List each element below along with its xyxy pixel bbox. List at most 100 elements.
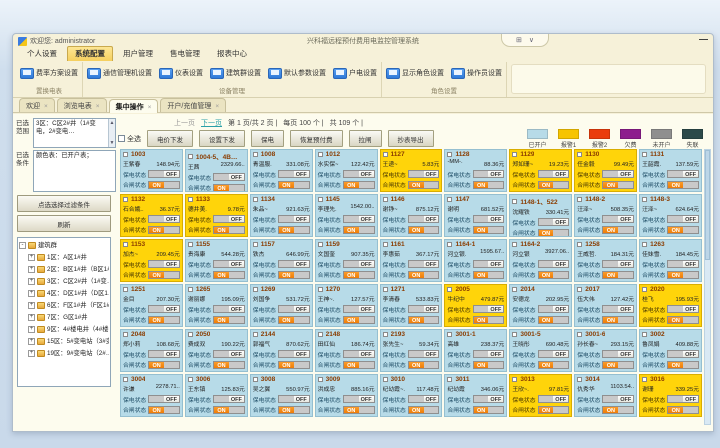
supply-toggle[interactable]: OFF	[602, 395, 634, 403]
switch-on-button[interactable]: ON	[344, 407, 359, 413]
card-checkbox[interactable]	[123, 152, 128, 157]
switch-on-button[interactable]: ON	[603, 272, 618, 278]
supply-toggle[interactable]: OFF	[667, 260, 699, 268]
supply-off-button[interactable]: OFF	[553, 261, 568, 267]
switch-on-button[interactable]: ON	[214, 185, 229, 191]
tree-item[interactable]: +4区：D区1#井（D区1…	[19, 288, 109, 300]
switch-on-button[interactable]: ON	[668, 272, 683, 278]
supply-on-segment[interactable]	[279, 171, 294, 177]
switch-toggle[interactable]: ON	[148, 361, 180, 369]
supply-off-button[interactable]: OFF	[164, 351, 179, 357]
supply-on-segment[interactable]	[214, 396, 229, 402]
supply-off-button[interactable]: OFF	[553, 351, 568, 357]
supply-on-segment[interactable]	[214, 216, 229, 222]
meter-card[interactable]: 1258王威哲.184.31元保电状态OFF合闸状态ON	[574, 239, 637, 282]
supply-toggle[interactable]: OFF	[213, 395, 245, 403]
meter-card[interactable]: 3002鲁凤娟409.88元保电状态OFF合闸状态ON	[639, 329, 702, 372]
card-checkbox[interactable]	[642, 287, 647, 292]
close-tab-icon[interactable]: ×	[148, 104, 152, 111]
supply-on-segment[interactable]	[409, 306, 424, 312]
card-checkbox[interactable]	[447, 197, 452, 202]
switch-off-segment[interactable]	[164, 227, 179, 233]
meter-card[interactable]: 3001-1高雄238.37元保电状态OFF合闸状态ON	[444, 329, 507, 372]
supply-on-segment[interactable]	[668, 351, 683, 357]
switch-off-segment[interactable]	[359, 362, 374, 368]
supply-off-button[interactable]: OFF	[294, 261, 309, 267]
switch-on-button[interactable]: ON	[668, 407, 683, 413]
switch-toggle[interactable]: ON	[343, 316, 375, 324]
switch-toggle[interactable]: ON	[278, 406, 310, 414]
switch-off-segment[interactable]	[683, 272, 698, 278]
switch-off-segment[interactable]	[488, 272, 503, 278]
switch-toggle[interactable]: ON	[602, 316, 634, 324]
card-checkbox[interactable]	[577, 152, 582, 157]
switch-off-segment[interactable]	[359, 182, 374, 188]
switch-off-segment[interactable]	[618, 407, 633, 413]
switch-off-segment[interactable]	[618, 182, 633, 188]
supply-off-button[interactable]: OFF	[229, 351, 244, 357]
supply-toggle[interactable]: OFF	[538, 170, 570, 178]
switch-toggle[interactable]: ON	[538, 229, 570, 237]
switch-toggle[interactable]: ON	[408, 271, 440, 279]
switch-toggle[interactable]: ON	[343, 226, 375, 234]
supply-on-segment[interactable]	[409, 261, 424, 267]
tree-item[interactable]: +6区：F区1#井（F区1#…	[19, 300, 109, 312]
selected-condition-listbox[interactable]: 颜色表：已开户表；	[33, 150, 116, 192]
supply-toggle[interactable]: OFF	[667, 395, 699, 403]
expand-icon[interactable]: +	[28, 314, 35, 321]
ribbon-style-icon[interactable]: ⊞	[516, 36, 522, 44]
supply-on-segment[interactable]	[603, 306, 618, 312]
switch-off-segment[interactable]	[164, 362, 179, 368]
switch-off-segment[interactable]	[229, 362, 244, 368]
supply-on-segment[interactable]	[539, 351, 554, 357]
toolbar-button-5[interactable]: 抄表导出	[388, 130, 434, 147]
supply-off-button[interactable]: OFF	[424, 396, 439, 402]
meter-card[interactable]: 3006王东镇125.83元保电状态OFF合闸状态ON	[185, 374, 248, 417]
card-checkbox[interactable]	[188, 377, 193, 382]
supply-off-button[interactable]: OFF	[164, 396, 179, 402]
meter-card[interactable]: 1129郑如珊~19.23元保电状态OFF合闸状态ON	[509, 149, 572, 192]
supply-on-segment[interactable]	[603, 216, 618, 222]
meter-card[interactable]: 3004许谦2278.71..保电状态OFF合闸状态ON	[120, 374, 183, 417]
meter-card[interactable]: 3011纪幼霞346.06元保电状态OFF合闸状态ON	[444, 374, 507, 417]
supply-off-button[interactable]: OFF	[294, 351, 309, 357]
card-checkbox[interactable]	[383, 332, 388, 337]
card-checkbox[interactable]	[123, 287, 128, 292]
card-checkbox[interactable]	[318, 242, 323, 247]
switch-off-segment[interactable]	[359, 227, 374, 233]
supply-off-button[interactable]: OFF	[294, 171, 309, 177]
switch-on-button[interactable]: ON	[539, 362, 554, 368]
supply-on-segment[interactable]	[279, 396, 294, 402]
switch-toggle[interactable]: ON	[213, 271, 245, 279]
switch-off-segment[interactable]	[683, 227, 698, 233]
supply-off-button[interactable]: OFF	[488, 171, 503, 177]
supply-on-segment[interactable]	[539, 219, 554, 225]
supply-toggle[interactable]: OFF	[278, 170, 310, 178]
switch-on-button[interactable]: ON	[409, 362, 424, 368]
supply-on-segment[interactable]	[668, 306, 683, 312]
ribbon-button[interactable]: 通信管理机设置	[86, 67, 153, 80]
switch-toggle[interactable]: ON	[278, 361, 310, 369]
supply-toggle[interactable]: OFF	[278, 215, 310, 223]
switch-on-button[interactable]: ON	[668, 182, 683, 188]
switch-toggle[interactable]: ON	[148, 226, 180, 234]
supply-off-button[interactable]: OFF	[683, 171, 698, 177]
supply-toggle[interactable]: OFF	[343, 215, 375, 223]
supply-toggle[interactable]: OFF	[213, 260, 245, 268]
supply-off-button[interactable]: OFF	[229, 216, 244, 222]
switch-off-segment[interactable]	[424, 182, 439, 188]
switch-toggle[interactable]: ON	[602, 181, 634, 189]
switch-off-segment[interactable]	[618, 272, 633, 278]
meter-card[interactable]: 1148-3汪泽~624.64元保电状态OFF合闸状态ON	[639, 194, 702, 237]
meter-card[interactable]: 1012水实保~122.42元保电状态OFF合闸状态ON	[315, 149, 378, 192]
supply-off-button[interactable]: OFF	[488, 306, 503, 312]
switch-off-segment[interactable]	[359, 317, 374, 323]
switch-on-button[interactable]: ON	[149, 227, 164, 233]
listbox-scrollbar[interactable]: ▲ ▼	[108, 119, 115, 147]
switch-off-segment[interactable]	[424, 407, 439, 413]
toolbar-button-1[interactable]: 设置下发	[199, 130, 245, 147]
card-checkbox[interactable]	[577, 377, 582, 382]
card-checkbox[interactable]	[188, 287, 193, 292]
supply-toggle[interactable]: OFF	[538, 305, 570, 313]
supply-on-segment[interactable]	[474, 171, 489, 177]
